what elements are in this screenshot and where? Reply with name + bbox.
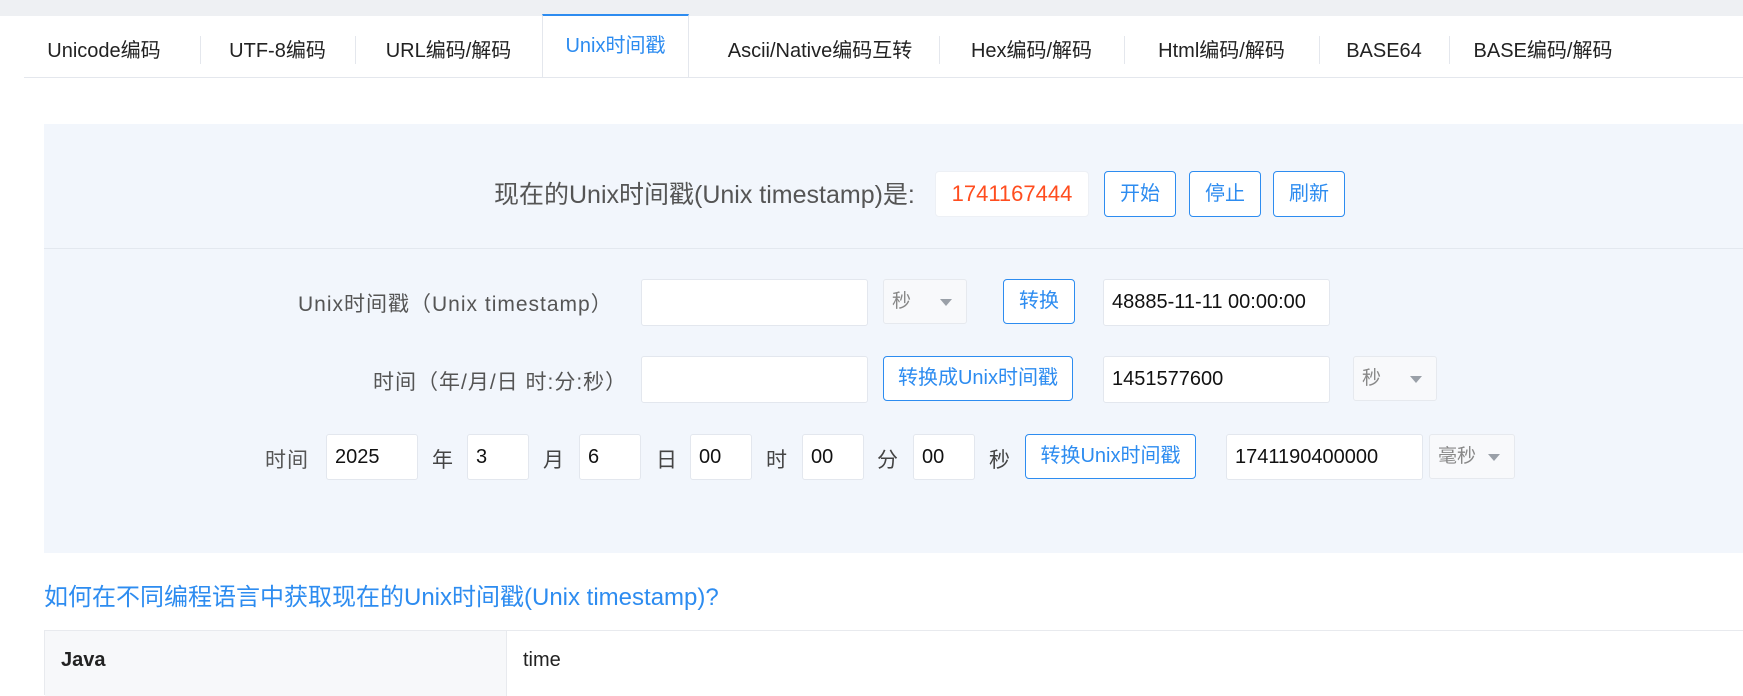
top-strip <box>0 0 1743 16</box>
datetime-input-label: 时间（年/月/日 时:分:秒） <box>373 371 628 394</box>
month-unit: 月 <box>543 449 564 472</box>
panel-divider <box>44 248 1743 249</box>
chevron-down-icon <box>1410 375 1422 383</box>
tab-base64[interactable]: BASE64 <box>1319 16 1449 78</box>
convert-button[interactable]: 转换 <box>1003 279 1075 324</box>
time-label: 时间 <box>265 449 309 472</box>
tab-unicode[interactable]: Unicode编码 <box>24 16 184 78</box>
timestamp-unit-value: 秒 <box>892 291 912 312</box>
stop-button[interactable]: 停止 <box>1189 171 1261 217</box>
minute-input[interactable]: 00 <box>802 434 864 480</box>
unix-result-field[interactable]: 1451577600 <box>1103 356 1330 403</box>
datetime-result-field[interactable]: 48885-11-11 00:00:00 <box>1103 279 1330 326</box>
current-timestamp-value: 1741167444 <box>935 171 1089 217</box>
ms-unit-value: 毫秒 <box>1438 446 1477 467</box>
language-question-heading: 如何在不同编程语言中获取现在的Unix时间戳(Unix timestamp)? <box>44 584 719 611</box>
timestamp-unit-select[interactable]: 秒 <box>883 279 967 324</box>
refresh-button[interactable]: 刷新 <box>1273 171 1345 217</box>
hour-unit: 时 <box>766 449 787 472</box>
tab-hex[interactable]: Hex编码/解码 <box>939 16 1124 78</box>
chevron-down-icon <box>1488 453 1500 461</box>
minute-unit: 分 <box>877 449 898 472</box>
tab-unix-timestamp[interactable]: Unix时间戳 <box>542 14 689 77</box>
to-unix-timestamp-button[interactable]: 转换成Unix时间戳 <box>883 356 1073 401</box>
tab-html[interactable]: Html编码/解码 <box>1124 16 1319 78</box>
tab-url[interactable]: URL编码/解码 <box>355 16 542 78</box>
language-table: Java time <box>44 630 1743 696</box>
table-cell-code: time <box>523 649 561 671</box>
table-cell-language: Java <box>45 631 507 696</box>
current-timestamp-label: 现在的Unix时间戳(Unix timestamp)是: <box>494 181 915 209</box>
timestamp-input[interactable] <box>641 279 868 326</box>
start-button[interactable]: 开始 <box>1104 171 1176 217</box>
ms-unit-select[interactable]: 毫秒 <box>1429 434 1515 479</box>
tab-utf8[interactable]: UTF-8编码 <box>200 16 355 78</box>
tab-ascii-native[interactable]: Ascii/Native编码互转 <box>689 16 951 78</box>
tab-base[interactable]: BASE编码/解码 <box>1449 16 1637 78</box>
hour-input[interactable]: 00 <box>690 434 752 480</box>
datetime-input[interactable] <box>641 356 868 403</box>
day-unit: 日 <box>656 449 677 472</box>
year-input[interactable]: 2025 <box>326 434 418 480</box>
result-unit-value: 秒 <box>1362 368 1382 389</box>
second-input[interactable]: 00 <box>913 434 975 480</box>
timestamp-input-label: Unix时间戳（Unix timestamp） <box>298 293 613 316</box>
unix-ms-result-field[interactable]: 1741190400000 <box>1226 434 1423 480</box>
convert-unix-timestamp-button[interactable]: 转换Unix时间戳 <box>1025 434 1196 479</box>
result-unit-select[interactable]: 秒 <box>1353 356 1437 401</box>
second-unit: 秒 <box>989 449 1010 472</box>
chevron-down-icon <box>940 298 952 306</box>
tab-bar: Unicode编码 UTF-8编码 URL编码/解码 Unix时间戳 Ascii… <box>24 14 1743 78</box>
month-input[interactable]: 3 <box>467 434 529 480</box>
year-unit: 年 <box>432 449 453 472</box>
day-input[interactable]: 6 <box>579 434 641 480</box>
